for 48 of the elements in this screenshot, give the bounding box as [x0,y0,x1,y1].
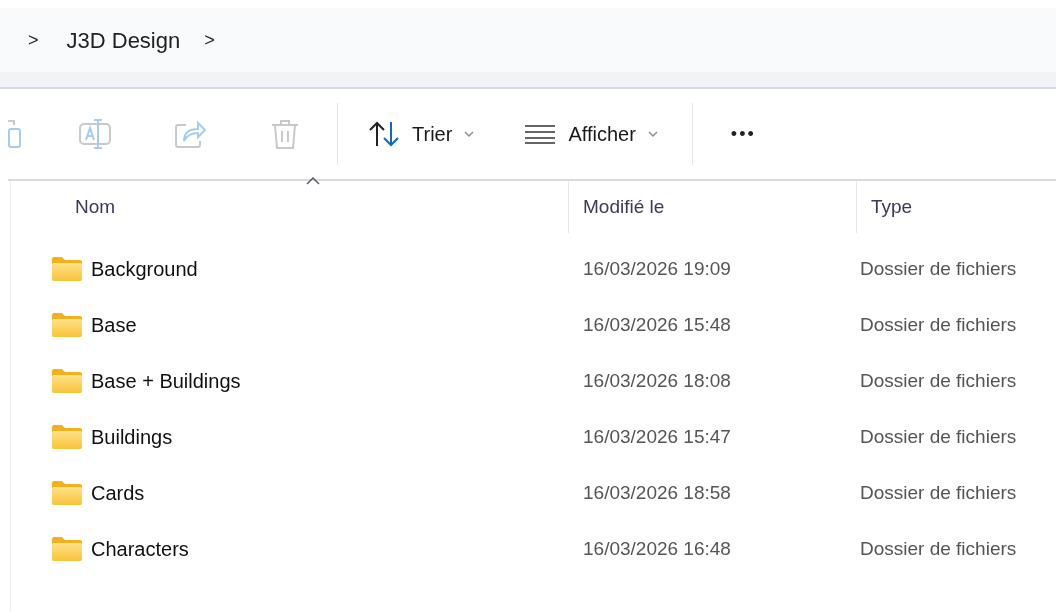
folder-icon [51,480,83,506]
file-name: Buildings [91,425,173,450]
clipboard-icon [8,119,22,149]
chevron-down-icon [647,130,658,138]
breadcrumb-separator[interactable]: > [28,26,39,54]
modified-date: 16/03/2026 15:47 [583,425,731,447]
share-icon [174,119,206,149]
more-options-button[interactable]: ••• [718,110,768,158]
list-icon [524,124,557,144]
sort-menu-button[interactable]: Trier [358,110,485,158]
breadcrumb-item[interactable]: J3D Design [66,23,181,57]
modified-date: 16/03/2026 16:48 [583,537,731,559]
file-row[interactable]: Base + Buildings 16/03/2026 18:08 Dossier de fichiers [11,353,1056,409]
breadcrumb-separator[interactable]: > [204,26,215,54]
file-name: Base [91,313,137,338]
file-row[interactable]: Buildings 16/03/2026 15:47 Dossier de fichiers [11,409,1056,465]
file-type: Dossier de fichiers [860,537,1017,559]
sort-ascending-icon [306,177,321,185]
file-row[interactable]: Background 16/03/2026 19:09 Dossier de fichiers [11,241,1056,297]
file-type: Dossier de fichiers [860,481,1017,503]
file-name: Characters [91,537,189,562]
modified-date: 16/03/2026 19:09 [583,257,731,279]
modified-date: 16/03/2026 15:48 [583,313,731,335]
column-header[interactable]: Nom [11,181,568,233]
file-row[interactable]: Base 16/03/2026 15:48 Dossier de fichiers [11,297,1056,353]
sort-icon [368,120,400,148]
file-type: Dossier de fichiers [860,369,1017,391]
column-header[interactable]: Type [856,181,1056,233]
file-row[interactable]: Cards 16/03/2026 18:58 Dossier de fichiers [11,465,1056,521]
chevron-down-icon [464,130,475,138]
column-header[interactable]: Modifié le [568,181,856,233]
trash-icon [270,118,300,150]
view-menu-button[interactable]: Afficher [514,110,668,158]
file-type: Dossier de fichiers [860,313,1017,335]
file-type: Dossier de fichiers [860,425,1017,447]
file-name: Base + Buildings [91,369,241,394]
folder-icon [51,368,83,394]
modified-date: 16/03/2026 18:58 [583,481,731,503]
folder-icon [51,536,83,562]
file-name: Background [91,257,198,282]
file-type: Dossier de fichiers [860,257,1017,279]
folder-icon [51,256,83,282]
modified-date: 16/03/2026 18:08 [583,369,731,391]
folder-icon [51,312,83,338]
folder-icon [51,424,83,450]
rename-icon [78,118,112,150]
file-row[interactable]: Characters 16/03/2026 16:48 Dossier de fichiers [11,521,1056,577]
file-name: Cards [91,481,145,506]
